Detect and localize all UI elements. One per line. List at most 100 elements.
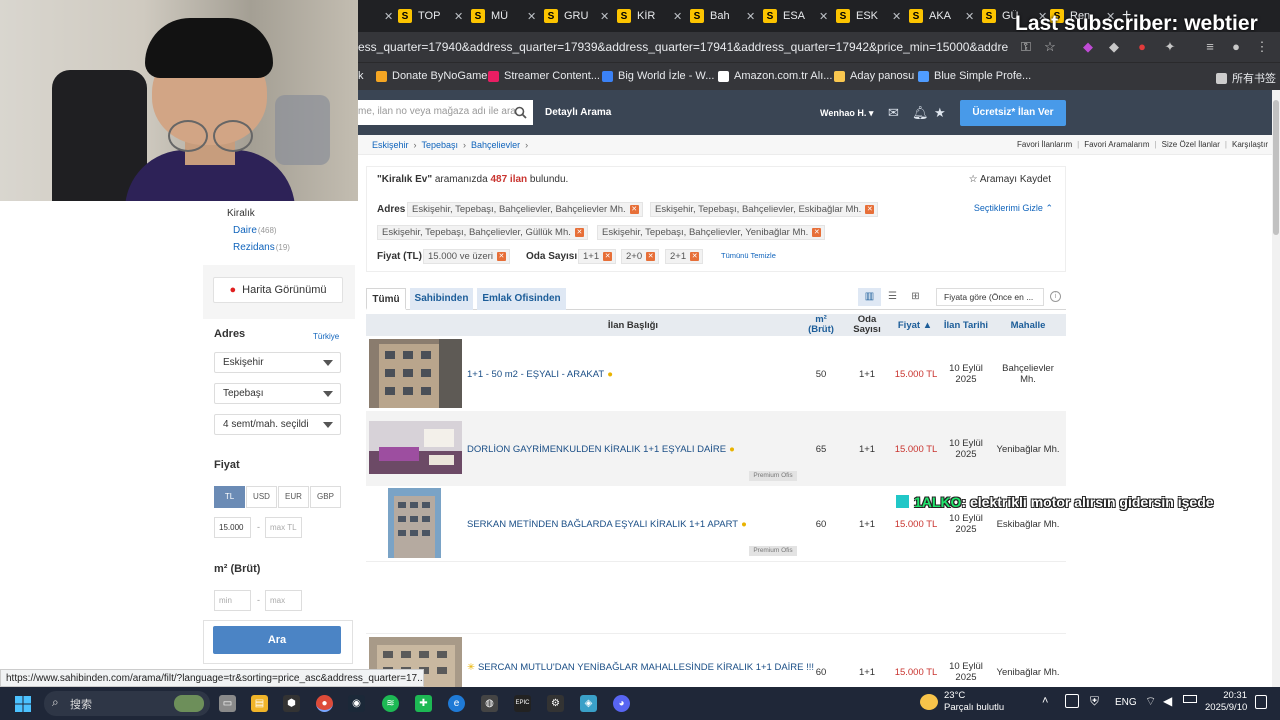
column-rooms[interactable]: Oda Sayısı bbox=[844, 314, 890, 335]
app-icon[interactable]: ⬢ bbox=[283, 695, 300, 712]
currency-eur[interactable]: EUR bbox=[278, 486, 309, 508]
close-icon[interactable]: ✕ bbox=[746, 10, 755, 23]
scrollbar-thumb[interactable] bbox=[1273, 100, 1279, 235]
search-input[interactable]: me, ilan no veya mağaza adı ile ara bbox=[358, 100, 533, 125]
bell-icon[interactable]: 🔔︎ bbox=[912, 105, 929, 121]
puzzle-icon[interactable]: ✦ bbox=[1162, 39, 1178, 55]
breadcrumb-item[interactable]: Eskişehir bbox=[372, 140, 409, 150]
mail-icon[interactable]: ✉ bbox=[888, 105, 899, 121]
close-icon[interactable]: ✕ bbox=[600, 10, 609, 23]
browser-tab[interactable]: S KİR ✕ bbox=[617, 6, 682, 26]
listing-title[interactable]: 1+1 - 50 m2 - EŞYALI - ARAKAT ● bbox=[467, 369, 613, 380]
table-row[interactable]: DORLİON GAYRİMENKULDEN KİRALIK 1+1 EŞYAL… bbox=[366, 411, 1066, 486]
notification-icon[interactable] bbox=[1255, 695, 1267, 709]
browser-tab[interactable]: S TOP ✕ bbox=[398, 6, 463, 26]
detailed-search-link[interactable]: Detaylı Arama bbox=[545, 107, 611, 118]
close-icon[interactable]: ✕ bbox=[384, 10, 393, 23]
listing-title[interactable]: DORLİON GAYRİMENKULDEN KİRALIK 1+1 EŞYAL… bbox=[467, 444, 735, 455]
windows-start-icon[interactable] bbox=[15, 696, 31, 712]
post-ad-button[interactable]: Ücretsiz* İlan Ver bbox=[960, 100, 1066, 126]
table-row[interactable]: ✳ SERCAN MUTLU'DAN YENİBAĞLAR MAHALLESİND… bbox=[366, 634, 1066, 687]
browser-tab[interactable]: S GRU ✕ bbox=[544, 6, 609, 26]
district-select[interactable]: Tepebaşı bbox=[214, 383, 341, 404]
bookmark[interactable]: Aday panosu bbox=[834, 70, 914, 82]
security-icon[interactable]: ⛨ bbox=[1090, 694, 1099, 709]
avatar[interactable]: ● bbox=[1228, 39, 1244, 55]
price-min-input[interactable]: 15.000 bbox=[214, 517, 251, 538]
close-icon[interactable]: ✕ bbox=[496, 252, 506, 261]
hide-selected-link[interactable]: Seçtiklerimi Gizle ⌃ bbox=[974, 203, 1053, 214]
bookmark[interactable]: Amazon.com.tr Alı... bbox=[718, 70, 832, 82]
close-icon[interactable]: ✕ bbox=[865, 205, 875, 214]
listing-thumbnail[interactable] bbox=[369, 421, 462, 474]
close-icon[interactable]: ✕ bbox=[892, 10, 901, 23]
extension-icon[interactable]: ◆ bbox=[1106, 39, 1122, 55]
tab-by-agency[interactable]: Emlak Ofisinden bbox=[477, 288, 566, 310]
bookmark[interactable]: Big World İzle - W... bbox=[602, 70, 714, 82]
search-button[interactable]: Ara bbox=[213, 626, 341, 654]
tray-app-icon[interactable] bbox=[1065, 694, 1079, 708]
chevron-up-icon[interactable]: ˄ bbox=[1042, 695, 1048, 707]
volume-icon[interactable]: ◀ bbox=[1163, 694, 1172, 708]
table-view-icon[interactable]: ▥ bbox=[858, 288, 881, 306]
close-icon[interactable]: ✕ bbox=[819, 10, 828, 23]
country-link[interactable]: Türkiye bbox=[313, 332, 339, 341]
close-icon[interactable]: ✕ bbox=[690, 252, 700, 261]
bookmark[interactable]: k bbox=[358, 70, 364, 82]
obs-icon[interactable]: ◍ bbox=[481, 695, 498, 712]
listing-title[interactable]: ✳ SERCAN MUTLU'DAN YENİBAĞLAR MAHALLESİND… bbox=[467, 662, 814, 673]
browser-tab[interactable]: S ESK ✕ bbox=[836, 6, 901, 26]
battery-icon[interactable] bbox=[1183, 695, 1197, 703]
key-icon[interactable]: ⚿ bbox=[1018, 39, 1034, 55]
wifi-icon[interactable]: ⌔ bbox=[1145, 694, 1156, 709]
favorite-searches-link[interactable]: Favori Aramalarım bbox=[1084, 140, 1149, 149]
menu-icon[interactable]: ⋮ bbox=[1254, 39, 1270, 55]
category-rent[interactable]: Kiralık bbox=[227, 208, 255, 219]
extension-icon[interactable]: ● bbox=[1134, 39, 1150, 55]
extension-icon[interactable]: ◆ bbox=[1080, 39, 1096, 55]
close-icon[interactable]: ✕ bbox=[812, 228, 822, 237]
close-icon[interactable]: ✕ bbox=[527, 10, 536, 23]
search-icon[interactable] bbox=[514, 106, 527, 119]
clear-all-link[interactable]: Tümünü Temizle bbox=[721, 251, 776, 260]
close-icon[interactable]: ✕ bbox=[454, 10, 463, 23]
compare-link[interactable]: Karşılaştır bbox=[1232, 140, 1268, 149]
close-icon[interactable]: ✕ bbox=[603, 252, 613, 261]
taskbar-weather[interactable]: 23°C Parçalı bulutlu bbox=[944, 690, 1004, 714]
table-row[interactable]: 1+1 - 50 m2 - EŞYALI - ARAKAT ● 50 1+1 15… bbox=[366, 336, 1066, 411]
app-icon[interactable]: ◈ bbox=[580, 695, 597, 712]
browser-tab[interactable]: S Bah ✕ bbox=[690, 6, 755, 26]
column-date[interactable]: İlan Tarihi bbox=[940, 320, 992, 331]
all-bookmarks[interactable]: 所有书签 bbox=[1216, 70, 1276, 86]
close-icon[interactable]: ✕ bbox=[574, 228, 584, 237]
task-view-icon[interactable]: ▭ bbox=[219, 695, 236, 712]
browser-tab[interactable]: S MÜ ✕ bbox=[471, 6, 536, 26]
column-price[interactable]: Fiyat ▲ bbox=[892, 320, 938, 331]
currency-gbp[interactable]: GBP bbox=[310, 486, 341, 508]
breadcrumb-item[interactable]: Bahçelievler bbox=[471, 140, 520, 150]
sort-select[interactable]: Fiyata göre (Önce en ... bbox=[936, 288, 1044, 306]
breadcrumb-item[interactable]: Tepebaşı bbox=[422, 140, 459, 150]
bookmark[interactable]: Donate ByNoGame bbox=[376, 70, 487, 82]
media-icon[interactable]: ≡ bbox=[1202, 39, 1218, 55]
spotify-icon[interactable]: ≋ bbox=[382, 695, 399, 712]
tab-by-owner[interactable]: Sahibinden bbox=[410, 288, 473, 310]
subcategory-residence[interactable]: Rezidans(19) bbox=[233, 242, 290, 253]
close-icon[interactable]: ✕ bbox=[646, 252, 656, 261]
listing-title[interactable]: SERKAN METİNDEN BAĞLARDA EŞYALI KİRALIK … bbox=[467, 519, 747, 530]
close-icon[interactable]: ✕ bbox=[629, 205, 639, 214]
discord-icon[interactable]: ◕ bbox=[613, 695, 630, 712]
quarter-select[interactable]: 4 semt/mah. seçildi bbox=[214, 414, 341, 435]
close-icon[interactable]: ✕ bbox=[965, 10, 974, 23]
list-view-icon[interactable]: ☰ bbox=[881, 288, 904, 306]
app-icon[interactable]: ✚ bbox=[415, 695, 432, 712]
listing-thumbnail[interactable] bbox=[388, 488, 441, 558]
listing-thumbnail[interactable] bbox=[369, 339, 462, 408]
close-icon[interactable]: ✕ bbox=[673, 10, 682, 23]
grid-view-icon[interactable]: ⊞ bbox=[904, 288, 927, 306]
file-explorer-icon[interactable]: ▤ bbox=[251, 695, 268, 712]
tab-all[interactable]: Tümü bbox=[366, 288, 406, 310]
price-max-input[interactable]: max TL bbox=[265, 517, 302, 538]
steam-icon[interactable]: ◉ bbox=[348, 695, 365, 712]
bookmark[interactable]: Streamer Content... bbox=[488, 70, 600, 82]
